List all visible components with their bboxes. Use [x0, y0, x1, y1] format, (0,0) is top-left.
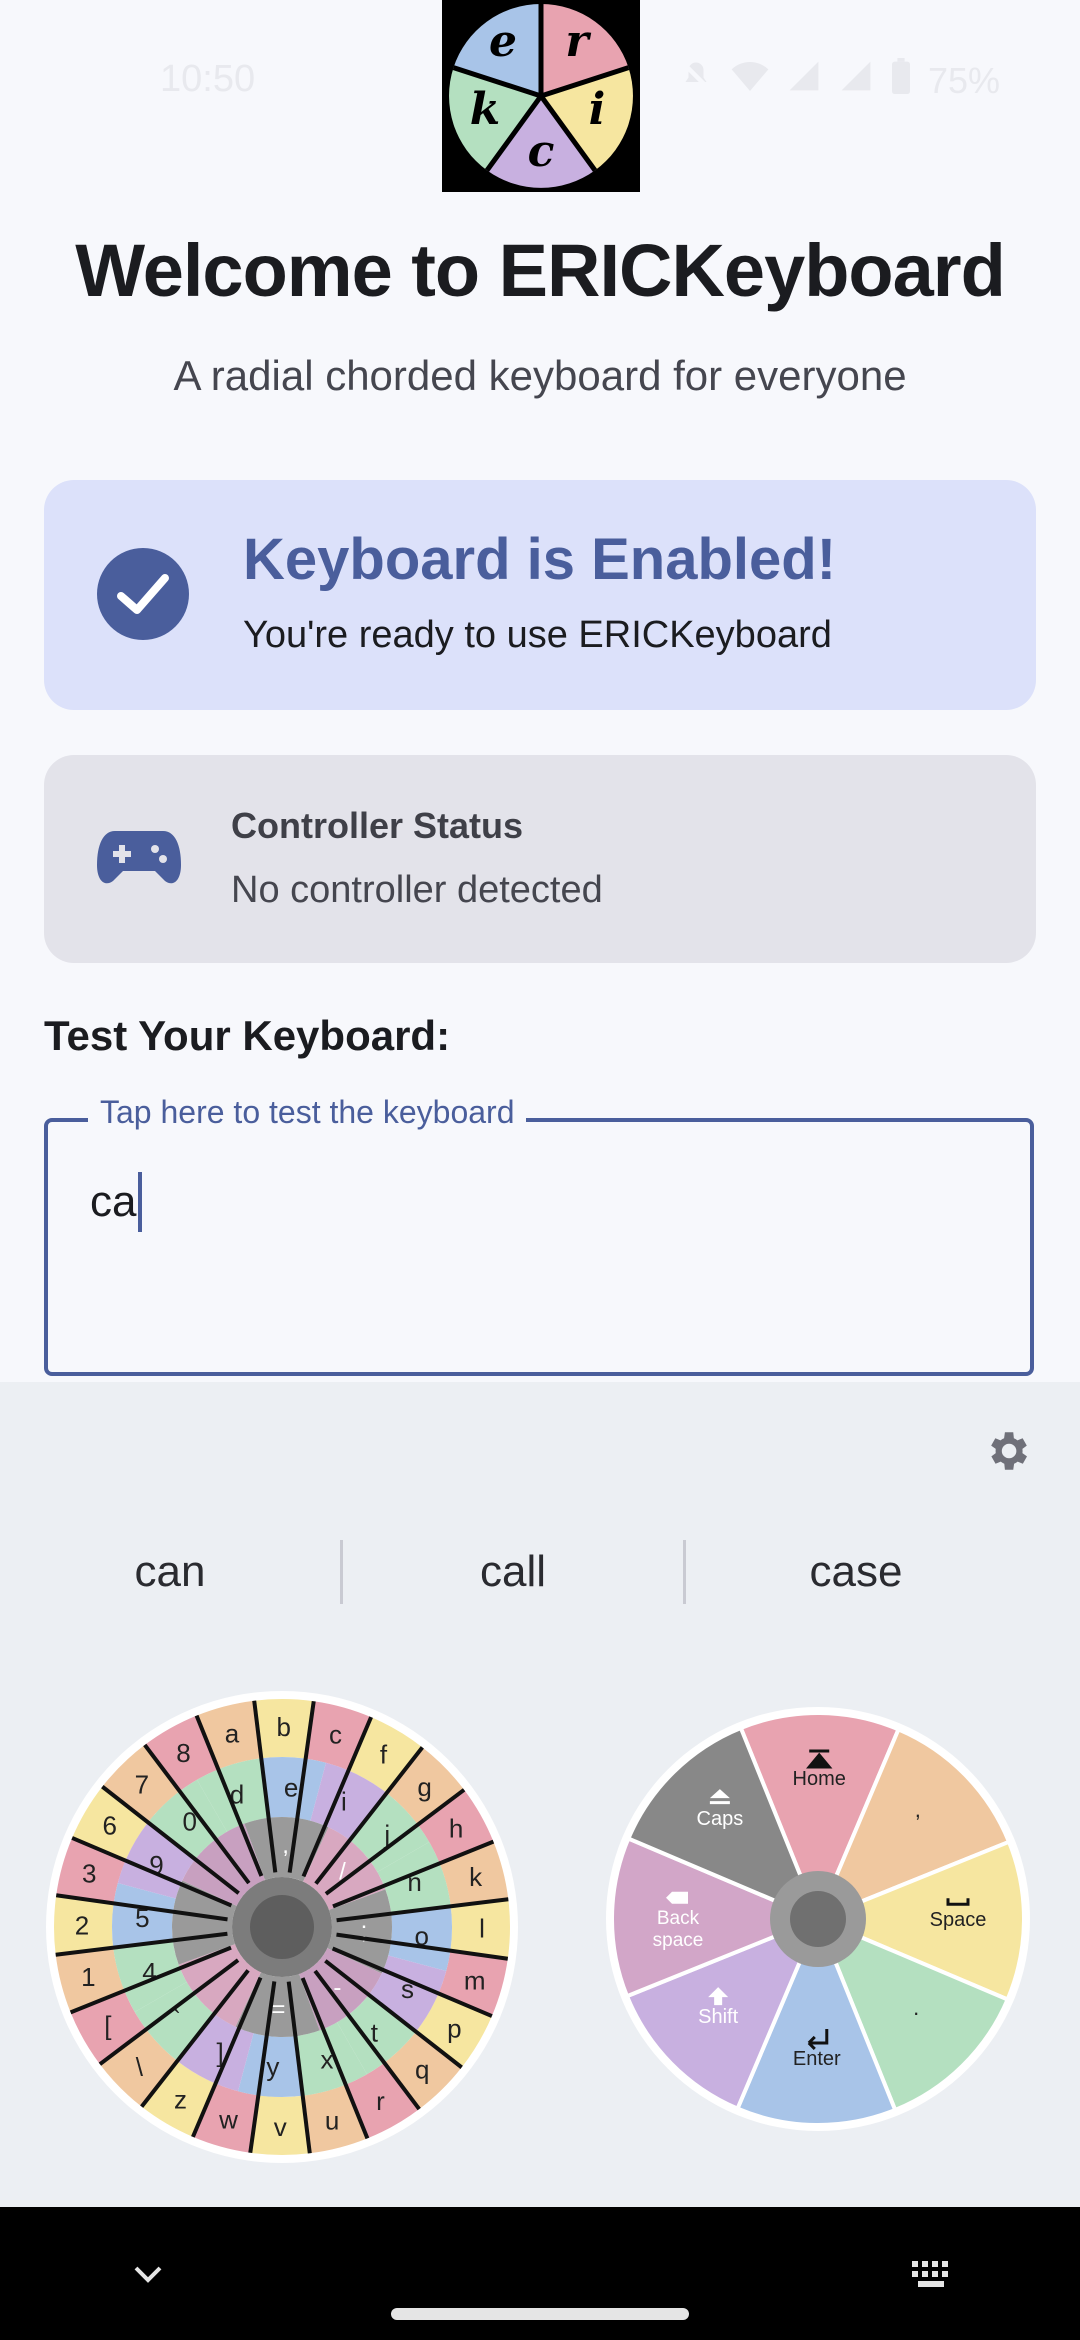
- letter-key-label: a: [225, 1718, 240, 1748]
- letter-key-label: l: [479, 1914, 485, 1944]
- letter-key-label: p: [447, 2014, 461, 2044]
- test-input-value: ca: [90, 1172, 143, 1232]
- letter-key-label: \: [136, 2052, 144, 2082]
- letter-key-label: g: [417, 1772, 431, 1802]
- letter-key-label: t: [371, 2017, 379, 2047]
- test-label: Test Your Keyboard:: [44, 1012, 451, 1059]
- letter-key-label: [: [104, 2010, 112, 2040]
- mute-icon: [678, 58, 714, 103]
- navigation-bar: [0, 2207, 1080, 2340]
- text-caret: [138, 1172, 143, 1232]
- test-input[interactable]: Tap here to test the keyboard ca: [44, 1094, 1034, 1376]
- space-key-label: Space: [930, 1909, 987, 1931]
- logo-letter-k: k: [470, 84, 501, 135]
- enabled-subtitle: You're ready to use ERICKeyboard: [243, 614, 832, 656]
- suggestion-2[interactable]: call: [343, 1532, 683, 1612]
- chevron-down-icon[interactable]: [130, 2262, 166, 2291]
- status-icons: 75%: [678, 58, 1000, 103]
- letter-key-label: y: [266, 2052, 279, 2082]
- letter-key-label: b: [277, 1712, 291, 1742]
- period-key-label: .: [913, 1995, 919, 2020]
- suggestion-3[interactable]: case: [686, 1532, 1026, 1612]
- app-logo: e r k i c: [442, 0, 640, 192]
- letter-key-label: 8: [176, 1738, 190, 1768]
- battery-percent: 75%: [927, 59, 1000, 101]
- status-time: 10:50: [160, 58, 256, 100]
- controller-status: No controller detected: [231, 869, 603, 911]
- shift-key-label: Shift: [698, 2006, 738, 2028]
- letter-key-label: 1: [81, 1962, 95, 1992]
- keyboard-icon[interactable]: [910, 2259, 956, 2296]
- letters-wheel-hub-inner: [250, 1895, 314, 1959]
- enter-key-label: Enter: [793, 2048, 841, 2070]
- logo-letter-e: e: [489, 16, 517, 67]
- check-icon: [97, 548, 189, 640]
- letter-key-label: k: [469, 1862, 483, 1892]
- letter-key-label: 2: [75, 1910, 89, 1940]
- wifi-icon: [730, 58, 770, 103]
- letter-key-label: q: [415, 2055, 429, 2085]
- letter-key-label: r: [376, 2086, 385, 2116]
- letter-key-label: w: [218, 2105, 238, 2135]
- actions-wheel-hub-inner: [790, 1891, 846, 1947]
- symbol-key-label: ,: [282, 1832, 289, 1859]
- keyboard-panel: can call case a b c f g h k l m p q r u v w z \[1 2 3 6 7 8 d e…: [0, 1382, 1080, 2207]
- signal-icon: [786, 58, 822, 103]
- settings-gear-icon[interactable]: [982, 1426, 1032, 1481]
- keyboard-enabled-card: Keyboard is Enabled! You're ready to use…: [44, 480, 1036, 710]
- suggestion-strip: can call case: [0, 1532, 1080, 1612]
- letter-key-label: 7: [135, 1769, 149, 1799]
- gamepad-icon: [97, 827, 181, 892]
- home-key-label: Home: [793, 1768, 846, 1790]
- suggestion-1[interactable]: can: [0, 1532, 340, 1612]
- logo-letter-i: i: [589, 84, 606, 135]
- test-input-text: ca: [90, 1177, 137, 1226]
- letter-key-label: e: [284, 1772, 298, 1802]
- page-subtitle: A radial chorded keyboard for everyone: [173, 352, 907, 399]
- letters-wheel[interactable]: a b c f g h k l m p q r u v w z \[1 2 3 6 7 8 d e i j n o s t x y] ` 4 5 9 0…: [45, 1690, 519, 2169]
- letter-key-label: z: [174, 2084, 187, 2114]
- home-handle[interactable]: [391, 2308, 689, 2320]
- actions-wheel[interactable]: Home, Space. Enter Shift Back space Caps: [603, 1704, 1033, 2139]
- backspace-label-2: space: [653, 1930, 704, 1951]
- page-title: Welcome to ERICKeyboard: [75, 229, 1006, 312]
- letter-key-label: v: [274, 2112, 287, 2142]
- caps-key-label: Caps: [697, 1808, 744, 1830]
- letter-key-label: c: [329, 1719, 342, 1749]
- backspace-label-1: Back: [657, 1908, 700, 1929]
- battery-icon: [890, 58, 912, 103]
- controller-title: Controller Status: [231, 805, 524, 846]
- logo-letter-r: r: [565, 16, 591, 67]
- signal-icon-2: [838, 58, 874, 103]
- controller-status-card: Controller Status No controller detected: [44, 755, 1036, 963]
- test-input-label: Tap here to test the keyboard: [88, 1094, 527, 1131]
- letter-key-label: u: [325, 2106, 339, 2136]
- enabled-title: Keyboard is Enabled!: [243, 527, 837, 592]
- letter-key-label: f: [380, 1740, 388, 1770]
- logo-letter-c: c: [528, 126, 555, 177]
- letter-key-label: h: [449, 1814, 463, 1844]
- letter-key-label: 3: [82, 1859, 96, 1889]
- letter-key-label: 6: [102, 1810, 116, 1840]
- letter-key-label: m: [464, 1965, 486, 1995]
- comma-key-label: ,: [915, 1797, 921, 1822]
